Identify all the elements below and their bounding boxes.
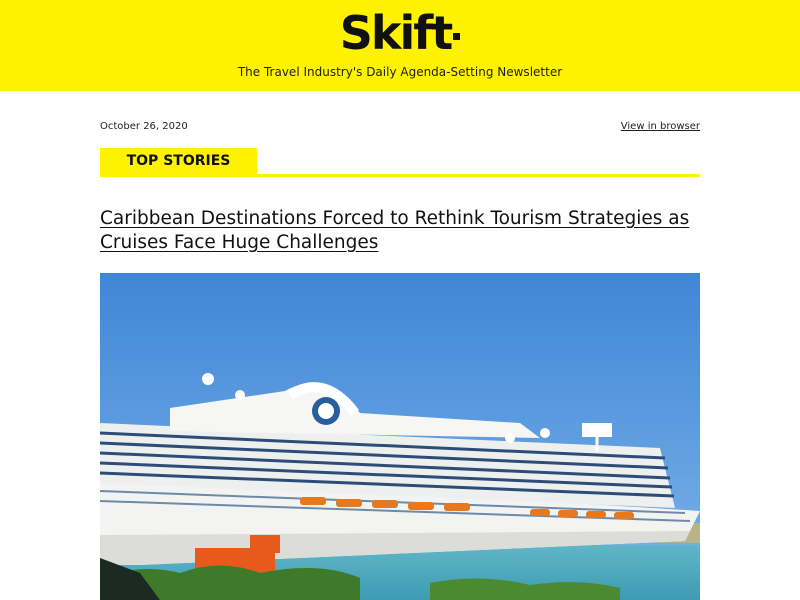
story-hero-image[interactable] [100, 273, 700, 600]
logo-text: Skift [339, 6, 453, 60]
section-label-top-stories: TOP STORIES [100, 148, 257, 175]
section-divider [100, 174, 700, 177]
skift-logo[interactable]: Skift [0, 6, 800, 60]
meta-row: October 26, 2020 View in browser [100, 121, 700, 137]
issue-date: October 26, 2020 [100, 121, 188, 132]
newsletter-header: Skift The Travel Industry's Daily Agenda… [0, 0, 800, 91]
cruise-ship-photo [100, 273, 700, 600]
newsletter-tagline: The Travel Industry's Daily Agenda-Setti… [237, 65, 563, 79]
logo-dot-icon [453, 33, 461, 40]
view-in-browser-link[interactable]: View in browser [621, 121, 700, 132]
story-headline-link[interactable]: Caribbean Destinations Forced to Rethink… [100, 207, 700, 255]
